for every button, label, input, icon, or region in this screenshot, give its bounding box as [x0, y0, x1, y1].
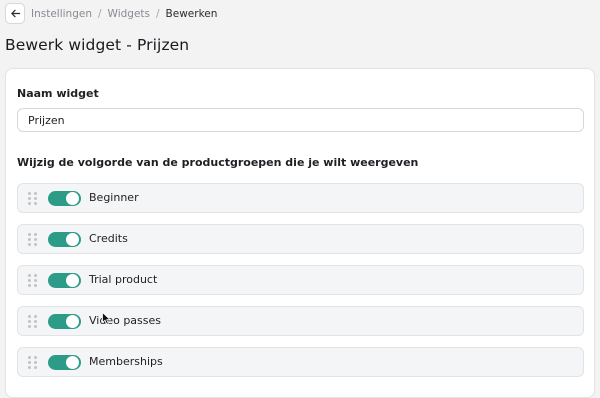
page-title: Bewerk widget - Prijzen: [5, 36, 190, 54]
breadcrumb-separator: /: [98, 8, 102, 20]
product-group-toggle[interactable]: [48, 232, 81, 247]
product-group-toggle[interactable]: [48, 191, 81, 206]
breadcrumb: Instellingen / Widgets / Bewerken: [31, 7, 217, 21]
breadcrumb-separator: /: [156, 8, 160, 20]
drag-handle-icon[interactable]: [28, 274, 37, 287]
drag-handle-icon[interactable]: [28, 356, 37, 369]
product-group-toggle[interactable]: [48, 355, 81, 370]
widget-name-input[interactable]: [17, 108, 584, 132]
breadcrumb-current: Bewerken: [165, 8, 218, 20]
name-label: Naam widget: [17, 87, 99, 100]
toggle-knob: [66, 274, 79, 287]
product-group-row[interactable]: Memberships: [17, 347, 584, 377]
product-group-row[interactable]: Trial product: [17, 265, 584, 295]
mouse-cursor-icon: [102, 312, 111, 325]
product-group-label: Video passes: [89, 314, 161, 327]
product-group-toggle[interactable]: [48, 314, 81, 329]
toggle-knob: [66, 315, 79, 328]
product-group-label: Trial product: [89, 273, 158, 286]
toggle-knob: [66, 356, 79, 369]
toggle-knob: [66, 192, 79, 205]
breadcrumb-item-instellingen[interactable]: Instellingen: [31, 8, 92, 20]
product-group-row[interactable]: Beginner: [17, 183, 584, 213]
product-group-label: Memberships: [89, 355, 163, 368]
product-group-toggle[interactable]: [48, 273, 81, 288]
top-bar: Instellingen / Widgets / Bewerken: [0, 0, 600, 30]
back-button[interactable]: [5, 3, 25, 24]
drag-handle-icon[interactable]: [28, 315, 37, 328]
widget-form-card: Naam widget Wijzig de volgorde van de pr…: [5, 68, 595, 398]
drag-handle-icon[interactable]: [28, 192, 37, 205]
product-group-row[interactable]: Credits: [17, 224, 584, 254]
product-group-label: Beginner: [89, 191, 139, 204]
toggle-knob: [66, 233, 79, 246]
drag-handle-icon[interactable]: [28, 233, 37, 246]
breadcrumb-item-widgets[interactable]: Widgets: [108, 8, 150, 20]
arrow-left-icon: [10, 9, 20, 18]
order-label: Wijzig de volgorde van de productgroepen…: [17, 156, 419, 169]
product-group-label: Credits: [89, 232, 128, 245]
